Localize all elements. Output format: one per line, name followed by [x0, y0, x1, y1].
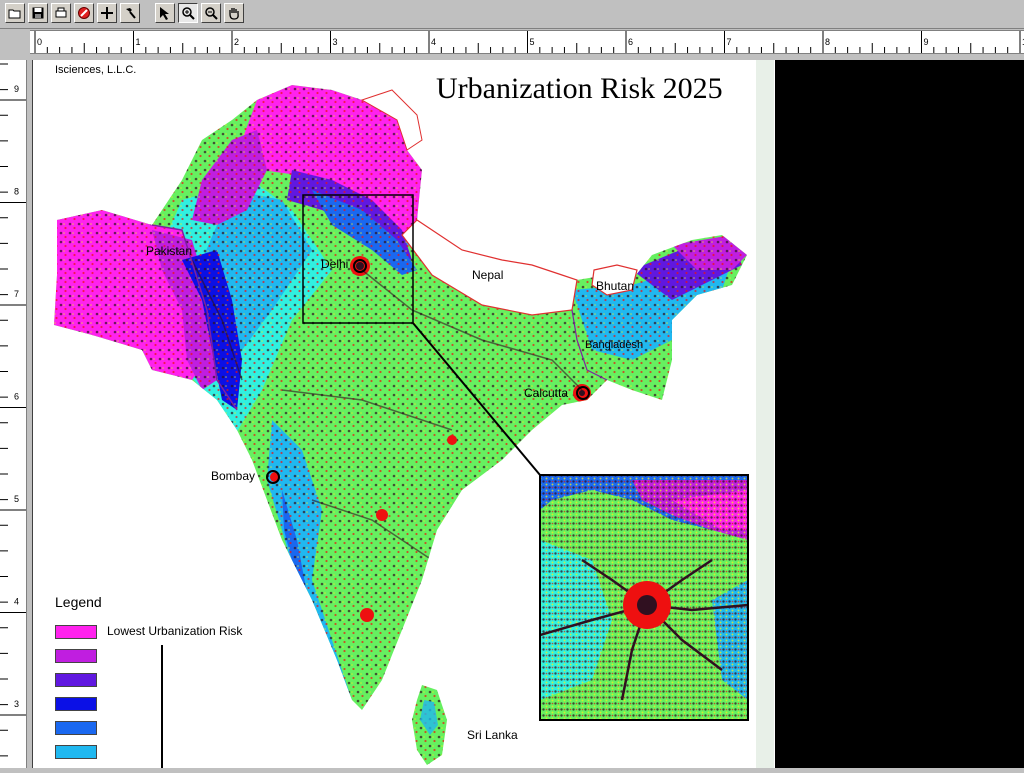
legend-swatch: [55, 721, 97, 735]
horizontal-ruler[interactable]: 01234567891: [30, 30, 1024, 54]
pointer-button[interactable]: [155, 3, 175, 23]
map-title: Urbanization Risk 2025: [436, 72, 723, 105]
vertical-ruler[interactable]: 9 8 7 6 5 4 3: [0, 60, 27, 768]
ruler-label: 7: [14, 289, 19, 299]
legend-swatch: [55, 673, 97, 687]
label-sri-lanka: Sri Lanka: [467, 728, 518, 742]
south-asia-map: [54, 85, 749, 765]
zoom-out-icon: [205, 7, 218, 20]
print-icon: [55, 7, 67, 18]
legend-swatch: [55, 697, 97, 711]
zoom-in-button[interactable]: [178, 3, 198, 23]
save-icon: [32, 7, 44, 19]
crosshair-button[interactable]: [97, 3, 117, 23]
ruler-label: 3: [333, 37, 338, 47]
ruler-label: 5: [14, 494, 19, 504]
label-bhutan: Bhutan: [596, 279, 635, 293]
ruler-label: 2: [234, 37, 239, 47]
save-button[interactable]: [28, 3, 48, 23]
offpage-area: [775, 60, 1024, 768]
legend-bracket-line: [161, 645, 163, 768]
ruler-label: 0: [37, 37, 42, 47]
ruler-label: 8: [825, 37, 830, 47]
legend-swatch: [55, 649, 97, 663]
zoom-out-button[interactable]: [201, 3, 221, 23]
page-margin: [756, 60, 774, 768]
ruler-label: 6: [628, 37, 633, 47]
pointer-icon: [160, 7, 169, 20]
ruler-label: 5: [530, 37, 535, 47]
hammer-icon: [126, 8, 136, 19]
toolbar: [0, 0, 1024, 29]
ruler-label: 4: [431, 37, 436, 47]
ruler-label: 9: [924, 37, 929, 47]
ruler-label: 8: [14, 187, 19, 197]
label-pakistan: Pakistan: [146, 244, 193, 258]
stop-icon: [78, 7, 90, 19]
hand-button[interactable]: [224, 3, 244, 23]
legend-swatch: [55, 745, 97, 759]
ruler-label: 7: [727, 37, 732, 47]
hammer-button[interactable]: [120, 3, 140, 23]
legend-title: Legend: [55, 594, 102, 610]
zoom-in-icon: [182, 7, 195, 20]
ruler-label: 1: [136, 37, 141, 47]
print-button[interactable]: [51, 3, 71, 23]
label-calcutta: Calcutta: [524, 386, 569, 400]
hand-icon: [229, 8, 239, 20]
label-delhi: Delhi: [321, 257, 349, 271]
ruler-label: 3: [14, 699, 19, 709]
ruler-corner: [0, 30, 30, 52]
stop-button[interactable]: [74, 3, 94, 23]
legend-label: Lowest Urbanization Risk: [107, 624, 243, 638]
open-icon: [8, 9, 21, 19]
ruler-label: 6: [14, 392, 19, 402]
label-nepal: Nepal: [472, 268, 504, 282]
label-bangladesh: Bangladesh: [585, 339, 644, 351]
legend-swatch: [55, 625, 97, 639]
ruler-label: 4: [14, 597, 19, 607]
label-bombay: Bombay: [211, 469, 256, 483]
crosshair-icon: [101, 7, 113, 19]
ruler-label: 9: [14, 84, 19, 94]
open-button[interactable]: [5, 3, 25, 23]
credit-text: Isciences, L.L.C.: [55, 64, 137, 76]
